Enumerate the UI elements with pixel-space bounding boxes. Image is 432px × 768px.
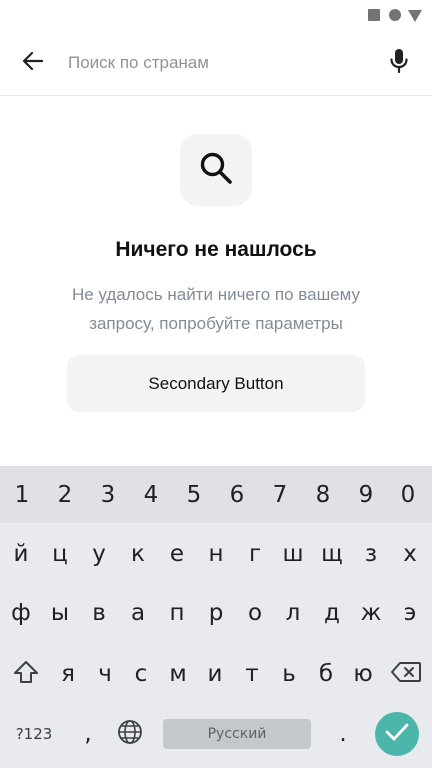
shift-key[interactable] xyxy=(4,649,48,699)
key-5[interactable]: 5 xyxy=(174,472,214,518)
key-letter[interactable]: э xyxy=(391,588,429,638)
key-letter[interactable]: р xyxy=(197,588,235,638)
arrow-left-icon xyxy=(22,50,44,77)
key-letter[interactable]: з xyxy=(352,529,390,579)
key-letter[interactable]: е xyxy=(158,529,196,579)
key-9[interactable]: 9 xyxy=(346,472,386,518)
secondary-button[interactable]: Secondary Button xyxy=(67,355,365,412)
enter-key[interactable] xyxy=(375,712,419,756)
status-bar xyxy=(0,0,432,30)
key-letter[interactable]: ь xyxy=(270,649,308,699)
key-letter[interactable]: ы xyxy=(41,588,79,638)
period-key[interactable]: . xyxy=(325,712,361,756)
key-letter[interactable]: у xyxy=(80,529,118,579)
number-row: 1 2 3 4 5 6 7 8 9 0 xyxy=(0,466,432,523)
key-8[interactable]: 8 xyxy=(303,472,343,518)
key-6[interactable]: 6 xyxy=(217,472,257,518)
shift-icon xyxy=(13,660,39,688)
key-letter[interactable]: п xyxy=(158,588,196,638)
check-icon xyxy=(385,722,409,747)
globe-icon xyxy=(117,719,143,749)
key-letter[interactable]: д xyxy=(313,588,351,638)
key-3[interactable]: 3 xyxy=(88,472,128,518)
key-1[interactable]: 1 xyxy=(2,472,42,518)
key-letter[interactable]: г xyxy=(236,529,274,579)
key-letter[interactable]: ж xyxy=(352,588,390,638)
empty-state-description: Не удалось найти ничего по вашему запрос… xyxy=(71,285,361,333)
backspace-key[interactable] xyxy=(384,649,428,699)
comma-key[interactable]: , xyxy=(70,712,106,756)
key-2[interactable]: 2 xyxy=(45,472,85,518)
key-7[interactable]: 7 xyxy=(260,472,300,518)
key-letter[interactable]: б xyxy=(307,649,345,699)
microphone-icon xyxy=(389,48,409,79)
key-letter[interactable]: т xyxy=(233,649,271,699)
key-letter[interactable]: ю xyxy=(344,649,382,699)
key-letter[interactable]: х xyxy=(391,529,429,579)
key-letter[interactable]: и xyxy=(196,649,234,699)
key-letter[interactable]: о xyxy=(236,588,274,638)
key-letter[interactable]: ч xyxy=(86,649,124,699)
search-header xyxy=(0,30,432,96)
empty-state-icon-box xyxy=(180,134,252,206)
search-input[interactable] xyxy=(66,48,366,78)
key-letter[interactable]: н xyxy=(197,529,235,579)
space-key[interactable]: Русский xyxy=(163,719,311,749)
key-letter[interactable]: л xyxy=(274,588,312,638)
backspace-icon xyxy=(390,661,422,687)
key-letter[interactable]: м xyxy=(159,649,197,699)
key-letter[interactable]: щ xyxy=(312,529,352,579)
key-4[interactable]: 4 xyxy=(131,472,171,518)
key-letter[interactable]: а xyxy=(119,588,157,638)
key-0[interactable]: 0 xyxy=(388,472,428,518)
key-letter[interactable]: к xyxy=(119,529,157,579)
search-icon xyxy=(198,150,234,191)
symbols-key[interactable]: ?123 xyxy=(6,712,62,756)
voice-search-button[interactable] xyxy=(382,46,416,80)
key-letter[interactable]: й xyxy=(2,529,40,579)
back-status-icon xyxy=(408,10,422,22)
onscreen-keyboard: 1 2 3 4 5 6 7 8 9 0 й ц у к е н г ш щ з … xyxy=(0,466,432,768)
language-key[interactable] xyxy=(110,712,150,756)
key-letter[interactable]: в xyxy=(80,588,118,638)
key-letter[interactable]: с xyxy=(122,649,160,699)
key-letter[interactable]: ц xyxy=(41,529,79,579)
recents-status-icon xyxy=(368,9,380,21)
home-status-icon xyxy=(389,9,401,21)
key-letter[interactable]: ш xyxy=(273,529,313,579)
empty-state-title: Ничего не нашлось xyxy=(115,238,317,261)
back-button[interactable] xyxy=(16,46,50,80)
key-letter[interactable]: ф xyxy=(2,588,40,638)
key-letter[interactable]: я xyxy=(49,649,87,699)
